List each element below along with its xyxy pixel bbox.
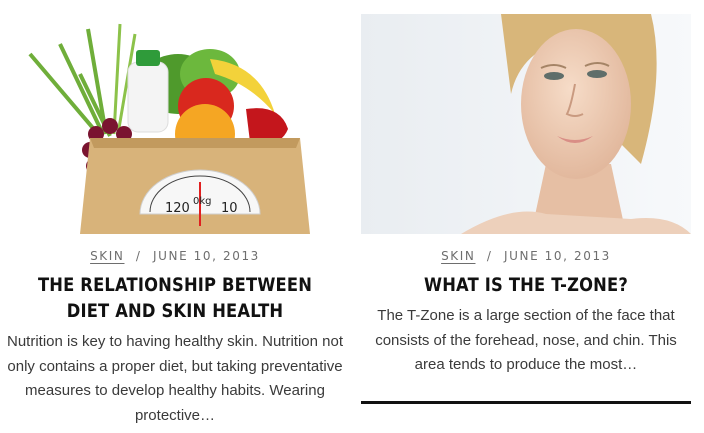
post-meta: Skin / June 10, 2013 <box>10 248 340 264</box>
meta-separator: / <box>486 249 493 263</box>
grocery-bag-scale-image: 120 0kg 10 <box>10 14 340 234</box>
post-title: The Relationship Between Diet and Skin H… <box>23 272 327 324</box>
post-thumbnail-diet[interactable]: 120 0kg 10 <box>10 14 340 234</box>
category-link[interactable]: Skin <box>441 249 475 263</box>
post-meta: Skin / June 10, 2013 <box>361 248 691 264</box>
category-link[interactable]: Skin <box>90 249 124 263</box>
scale-label-center: 0kg <box>193 196 212 207</box>
woman-face-image <box>361 14 691 234</box>
post-date: June 10, 2013 <box>152 249 260 263</box>
post-title-link[interactable]: What is the T-Zone? <box>424 274 628 296</box>
scale-label-right: 10 <box>221 201 238 216</box>
scale-label-left: 120 <box>165 201 190 216</box>
post-thumbnail-tzone[interactable] <box>361 14 691 234</box>
post-excerpt: Nutrition is key to having healthy skin.… <box>7 333 343 424</box>
post-title-link[interactable]: The Relationship Between Diet and Skin H… <box>38 274 312 322</box>
post-excerpt: The T-Zone is a large section of the fac… <box>375 307 677 373</box>
post-date: June 10, 2013 <box>503 249 611 263</box>
post-title: What is the T-Zone? <box>384 272 668 298</box>
meta-separator: / <box>135 249 142 263</box>
post-card-tzone: Skin / June 10, 2013 What is the T-Zone?… <box>361 14 691 378</box>
post-card-diet: 120 0kg 10 Skin / June 10, 2013 The Rela… <box>7 14 343 428</box>
card-divider <box>361 401 691 404</box>
